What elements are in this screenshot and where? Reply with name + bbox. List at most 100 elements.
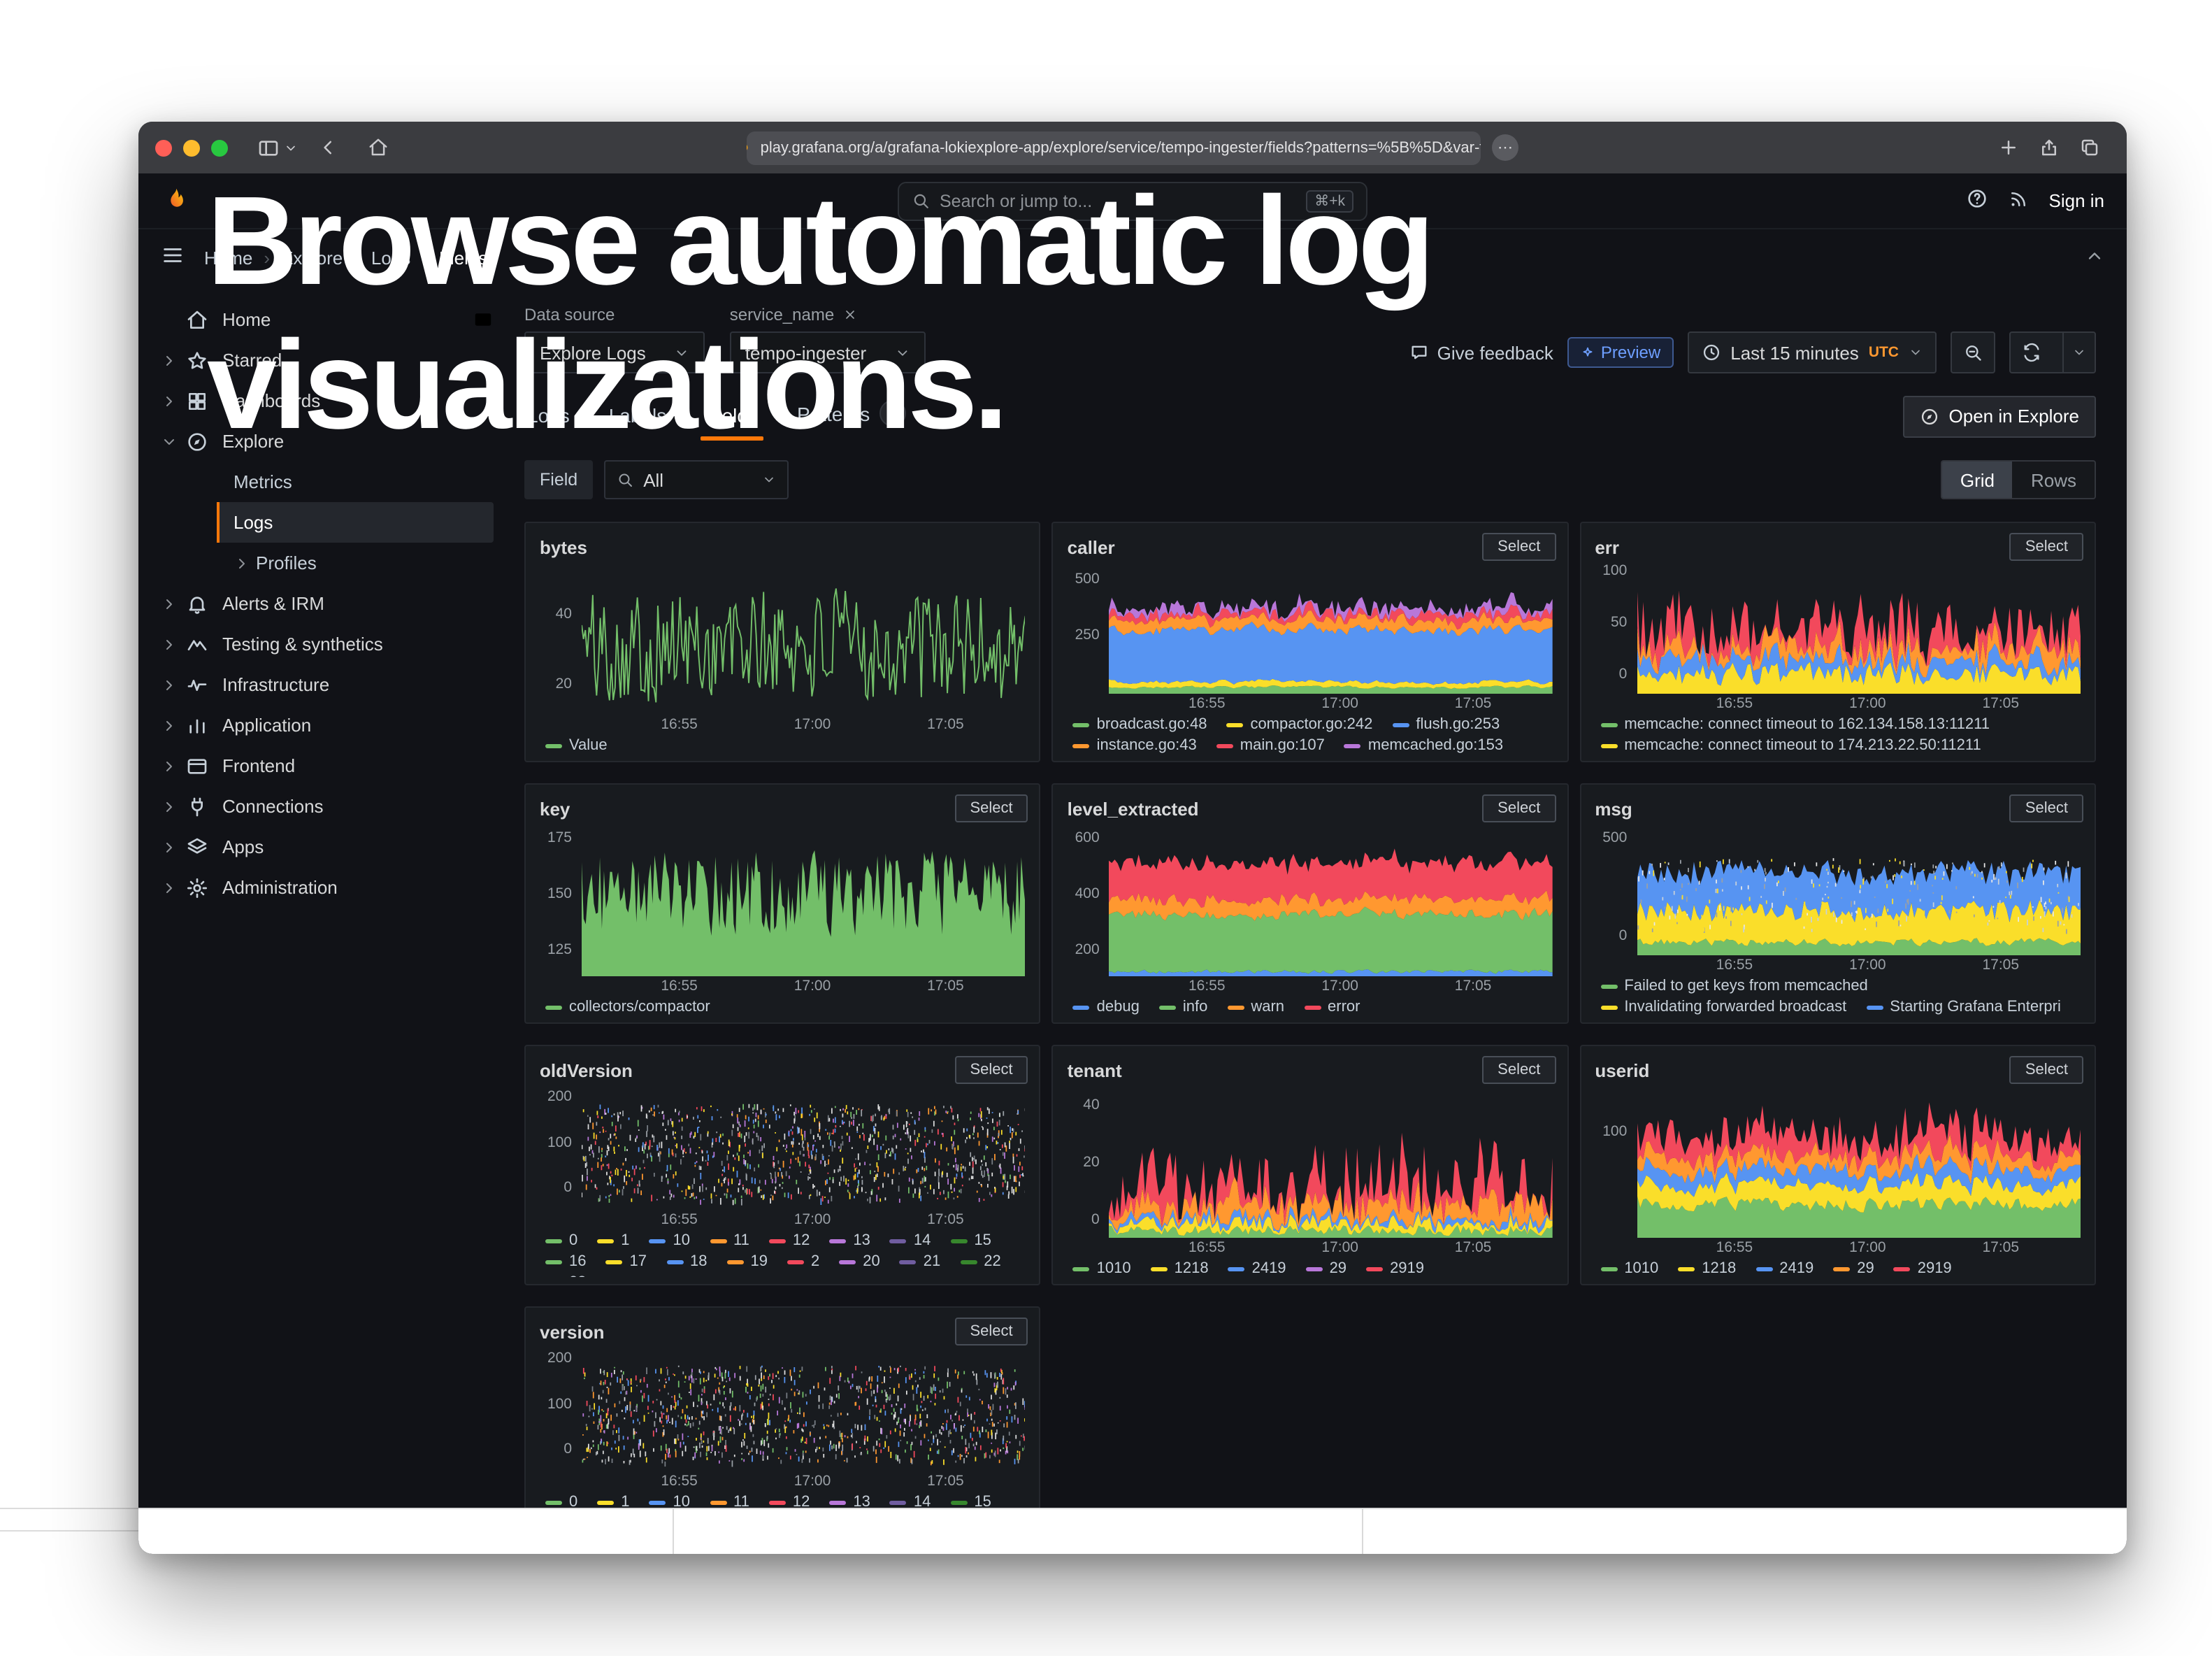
- sidebar-item-profiles[interactable]: Profiles: [217, 543, 494, 583]
- news-button[interactable]: [2009, 188, 2030, 213]
- legend-item[interactable]: main.go:107: [1216, 737, 1325, 754]
- legend-item[interactable]: 2: [787, 1253, 819, 1270]
- legend-item[interactable]: error: [1304, 999, 1360, 1015]
- rows-view-button[interactable]: Rows: [2013, 462, 2095, 498]
- chev-r-icon[interactable]: [234, 555, 250, 571]
- legend-item[interactable]: Value: [545, 737, 608, 754]
- legend-item[interactable]: 1218: [1151, 1260, 1209, 1277]
- legend-item[interactable]: 17: [606, 1253, 647, 1270]
- sidebar-item-testing-synthetics[interactable]: Testing & synthetics: [161, 624, 494, 664]
- global-search[interactable]: Search or jump to... ⌘+k: [898, 181, 1367, 220]
- legend-item[interactable]: 2419: [1755, 1260, 1814, 1277]
- chev-r-icon[interactable]: [161, 676, 178, 693]
- legend-item[interactable]: warn: [1227, 999, 1284, 1015]
- legend-item[interactable]: 11: [710, 1232, 749, 1249]
- legend-item[interactable]: 1010: [1600, 1260, 1658, 1277]
- chev-r-icon[interactable]: [161, 392, 178, 409]
- legend-item[interactable]: Starting Grafana Enterpri: [1866, 999, 2061, 1015]
- legend-item[interactable]: 16: [545, 1253, 587, 1270]
- sidebar-item-application[interactable]: Application: [161, 705, 494, 745]
- chev-r-icon[interactable]: [161, 595, 178, 612]
- refresh-button[interactable]: [2011, 333, 2053, 372]
- open-in-explore-button[interactable]: Open in Explore: [1903, 395, 2096, 437]
- sidebar-item-infrastructure[interactable]: Infrastructure: [161, 664, 494, 705]
- select-button[interactable]: Select: [2010, 533, 2083, 561]
- toggle-sidebar-button[interactable]: [257, 136, 280, 159]
- legend-item[interactable]: broadcast.go:48: [1073, 716, 1207, 733]
- mega-menu-button[interactable]: [161, 243, 185, 271]
- select-button[interactable]: Select: [2010, 1056, 2083, 1084]
- chev-r-icon[interactable]: [161, 798, 178, 815]
- legend-item[interactable]: 29: [1306, 1260, 1347, 1277]
- breadcrumb-item-fields[interactable]: Fields: [439, 247, 487, 268]
- remove-filter-icon[interactable]: [842, 308, 856, 322]
- chev-r-icon[interactable]: [161, 879, 178, 896]
- sidebar-item-connections[interactable]: Connections: [161, 786, 494, 827]
- extensions-more-button[interactable]: ⋯: [1492, 134, 1518, 161]
- select-button[interactable]: Select: [955, 794, 1028, 822]
- tab-fields[interactable]: Fields: [703, 396, 761, 441]
- legend-item[interactable]: memcache: connect timeout to 162.134.158…: [1600, 716, 1990, 733]
- select-button[interactable]: Select: [1482, 533, 1556, 561]
- sidebar-item-frontend[interactable]: Frontend: [161, 745, 494, 786]
- sidebar-item-home[interactable]: Home: [161, 299, 494, 340]
- chev-r-icon[interactable]: [161, 352, 178, 369]
- legend-item[interactable]: flush.go:253: [1392, 716, 1500, 733]
- service-name-picker[interactable]: tempo-ingester: [730, 331, 925, 373]
- grafana-logo[interactable]: [161, 185, 192, 216]
- sidebar-item-logs[interactable]: Logs: [217, 502, 494, 543]
- legend-item[interactable]: 21: [900, 1253, 941, 1270]
- tab-logs[interactable]: Logs: [524, 396, 573, 441]
- collapse-controls-button[interactable]: [2085, 245, 2104, 269]
- zoom-out-time-button[interactable]: [1951, 331, 1995, 373]
- select-button[interactable]: Select: [2010, 794, 2083, 822]
- sign-in-link[interactable]: Sign in: [2049, 190, 2105, 211]
- breadcrumb-item-logs[interactable]: Logs: [371, 247, 410, 268]
- legend-item[interactable]: 23: [545, 1274, 587, 1277]
- legend-item[interactable]: 1: [597, 1232, 629, 1249]
- legend-item[interactable]: 20: [839, 1253, 880, 1270]
- legend-item[interactable]: memcached.go:153: [1344, 737, 1503, 754]
- sidebar-chevron-icon[interactable]: [284, 141, 298, 155]
- legend-item[interactable]: 2919: [1894, 1260, 1952, 1277]
- legend-item[interactable]: 1218: [1678, 1260, 1736, 1277]
- breadcrumb-item-explore[interactable]: Explore: [281, 247, 343, 268]
- select-button[interactable]: Select: [955, 1318, 1028, 1346]
- legend-item[interactable]: 10: [649, 1232, 691, 1249]
- chev-r-icon[interactable]: [161, 757, 178, 774]
- grid-view-button[interactable]: Grid: [1942, 462, 2013, 498]
- select-button[interactable]: Select: [1482, 1056, 1556, 1084]
- zoom-window-button[interactable]: [211, 139, 228, 156]
- field-search-select[interactable]: All: [604, 460, 789, 499]
- help-button[interactable]: [1967, 187, 1989, 214]
- legend-item[interactable]: 12: [769, 1232, 810, 1249]
- legend-item[interactable]: 2919: [1366, 1260, 1424, 1277]
- sidebar-item-dashboards[interactable]: Dashboards: [161, 380, 494, 421]
- chev-d-icon[interactable]: [161, 433, 178, 450]
- sidebar-item-administration[interactable]: Administration: [161, 867, 494, 908]
- chev-r-icon[interactable]: [161, 838, 178, 855]
- tab-overview-button[interactable]: [2079, 137, 2100, 158]
- sidebar-item-alerts-irm[interactable]: Alerts & IRM: [161, 583, 494, 624]
- tab-labels[interactable]: Labels: [606, 396, 670, 441]
- legend-item[interactable]: compactor.go:242: [1226, 716, 1372, 733]
- legend-item[interactable]: debug: [1073, 999, 1140, 1015]
- chev-r-icon[interactable]: [161, 636, 178, 652]
- tab-patterns[interactable]: Patterns8: [794, 392, 909, 441]
- dock-icon[interactable]: [473, 309, 494, 330]
- back-button[interactable]: [317, 137, 338, 158]
- sidebar-item-starred[interactable]: Starred: [161, 340, 494, 380]
- legend-item[interactable]: 15: [950, 1232, 991, 1249]
- address-bar[interactable]: play.grafana.org/a/grafana-lokiexplore-a…: [747, 131, 1481, 164]
- sidebar-item-apps[interactable]: Apps: [161, 827, 494, 867]
- refresh-interval-button[interactable]: [2062, 333, 2095, 372]
- legend-item[interactable]: Invalidating forwarded broadcast: [1600, 999, 1846, 1015]
- legend-item[interactable]: Failed to get keys from memcached: [1600, 978, 1868, 994]
- legend-item[interactable]: 13: [829, 1232, 870, 1249]
- breadcrumb-item-home[interactable]: Home: [204, 247, 252, 268]
- legend-item[interactable]: 19: [727, 1253, 768, 1270]
- legend-item[interactable]: 14: [890, 1232, 931, 1249]
- legend-item[interactable]: 0: [545, 1232, 577, 1249]
- legend-item[interactable]: 1010: [1073, 1260, 1131, 1277]
- legend-item[interactable]: 22: [960, 1253, 1001, 1270]
